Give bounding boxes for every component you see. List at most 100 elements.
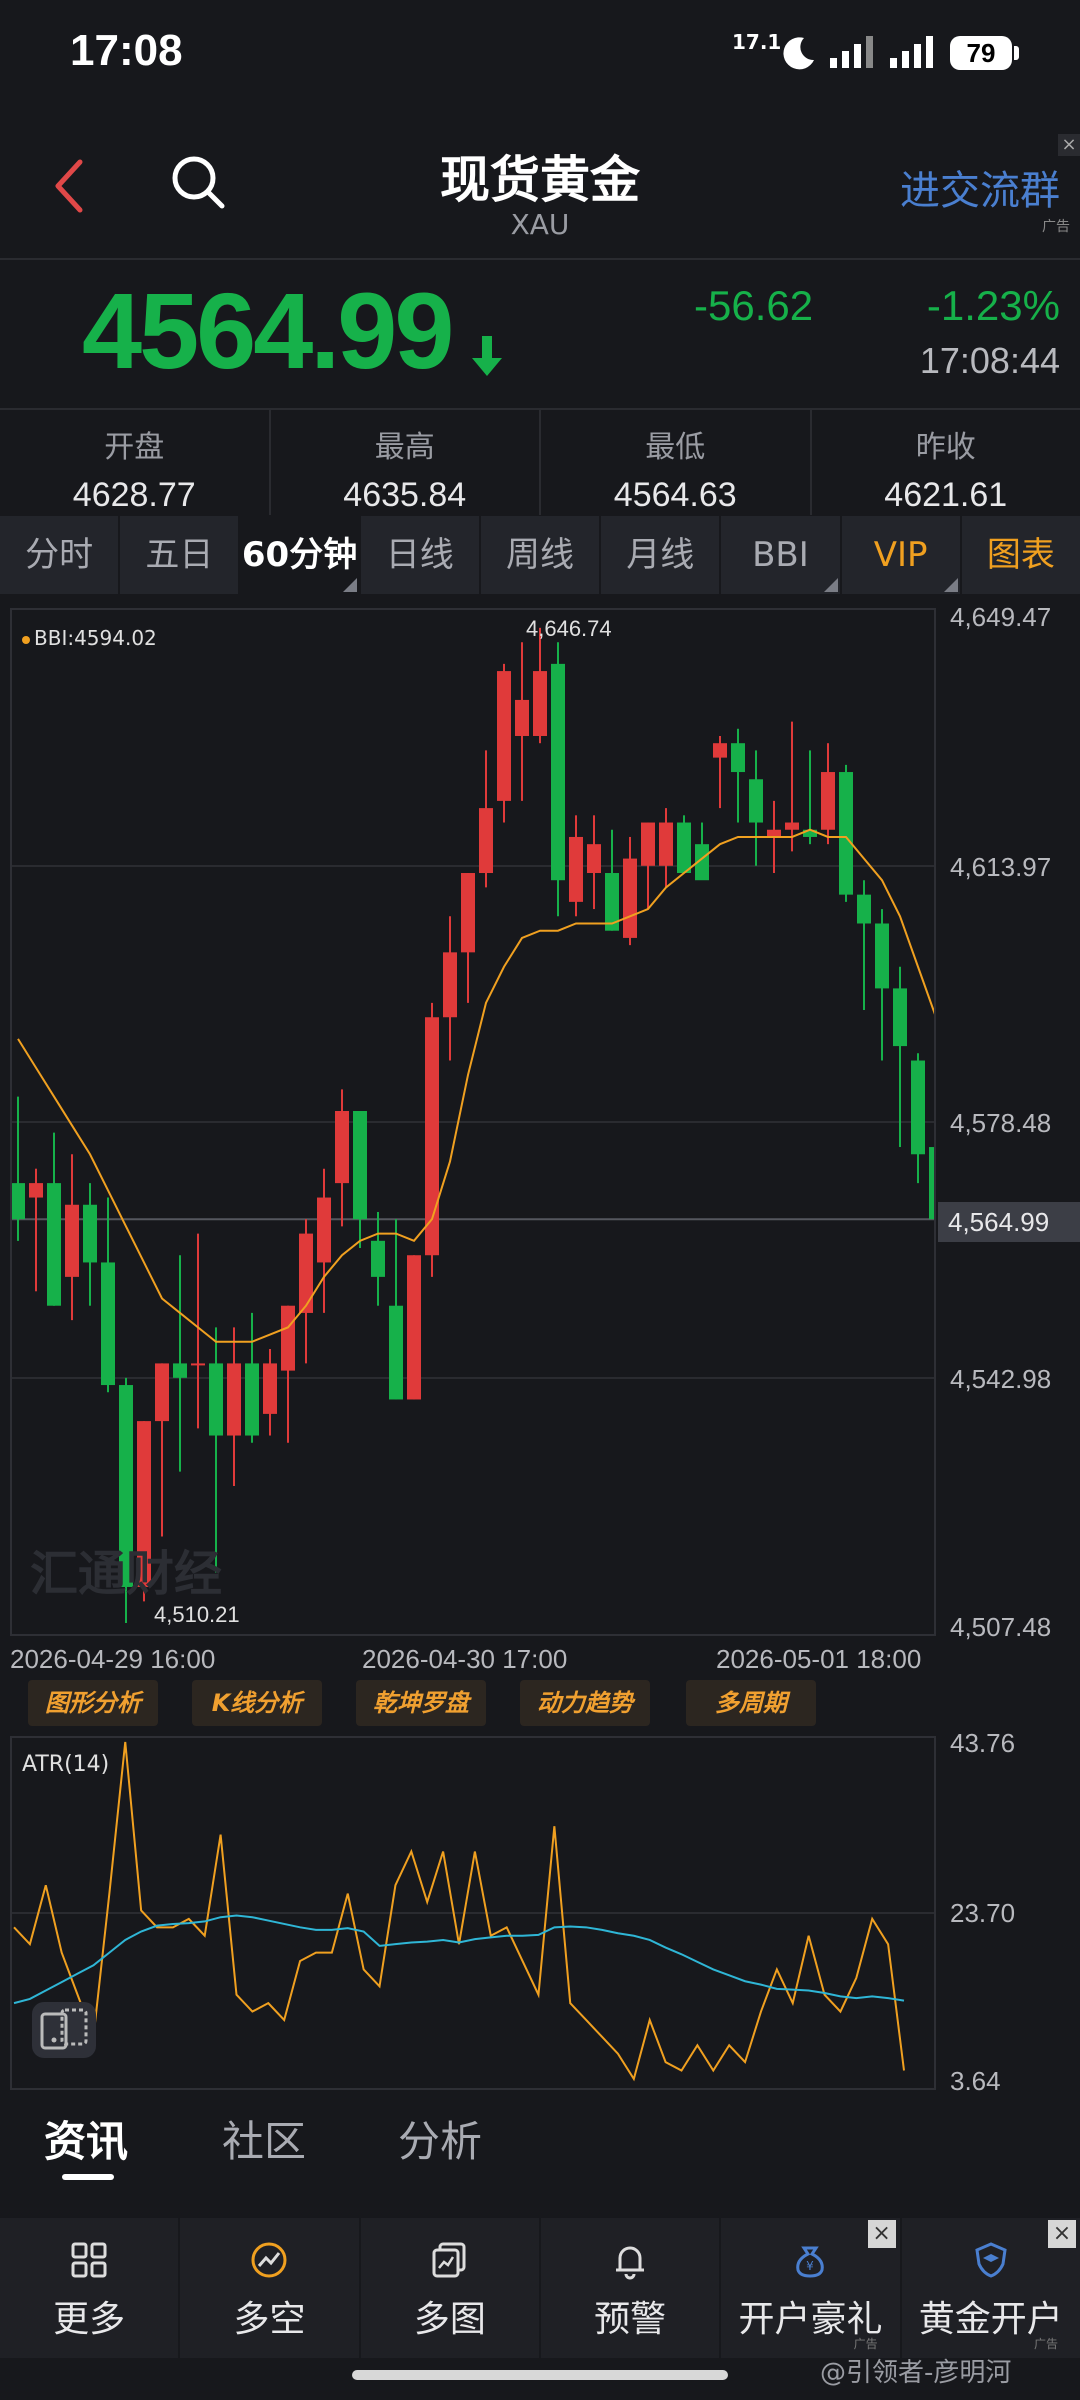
bell-icon [616, 2246, 645, 2280]
tab-bbi[interactable]: BBI [721, 516, 842, 594]
candle-body [83, 1204, 97, 1263]
ad-close-icon[interactable]: × [1058, 134, 1080, 156]
nav-label: 多空 [233, 2299, 306, 2340]
candle-body [263, 1363, 277, 1414]
atr-chart[interactable] [12, 1738, 934, 2088]
dropdown-corner-icon [342, 578, 357, 592]
x-axis-label: 2026-05-01 18:00 [716, 1644, 922, 1674]
watermark: 汇通财经 [30, 1546, 223, 1602]
close-icon[interactable]: × [867, 2220, 896, 2248]
candle-body [299, 1233, 313, 1313]
period-tabs: 分时 五日 60分钟 日线 周线 月线 BBI VIP 图表 [0, 516, 1080, 594]
candle-body [641, 822, 655, 866]
stat-value: 4635.84 [343, 476, 467, 514]
candle-body [857, 894, 871, 924]
quote-time: 17:08:44 [919, 340, 1060, 381]
last-price-tag: 4,564.99 [938, 1202, 1080, 1242]
close-icon[interactable]: × [1047, 2220, 1076, 2248]
clock: 17:08 [70, 26, 183, 75]
candle-body [335, 1111, 349, 1184]
nav-gold-account-ad[interactable]: 黄金开户 × 广告 [902, 2218, 1080, 2358]
bbi-dot-icon [22, 635, 30, 644]
atr-chart-frame[interactable] [10, 1736, 936, 2090]
nav-label: 更多 [53, 2299, 126, 2340]
candle-body [461, 873, 475, 953]
stat-value: 4564.63 [613, 476, 737, 514]
candle-body [497, 671, 511, 801]
candle-body [569, 836, 583, 902]
tab-label: 60分钟 [241, 535, 358, 575]
nav-alert[interactable]: 预警 [541, 2218, 722, 2358]
tool-multi-period[interactable]: 多周期 [686, 1680, 816, 1726]
candle-body [749, 779, 763, 823]
tab-60min[interactable]: 60分钟 [240, 516, 361, 594]
header: 现货黄金 XAU 进交流群 广告 × [0, 120, 1080, 260]
bbi-legend: BBI:4594.02 [22, 626, 157, 650]
tab-analysis[interactable]: 分析 [398, 2108, 482, 2169]
y-axis-label: 4,649.47 [950, 602, 1052, 632]
divider [0, 258, 1080, 260]
tab-chart[interactable]: 图表 [962, 516, 1080, 594]
grid-icon [71, 2242, 107, 2278]
tab-five-day[interactable]: 五日 [120, 516, 241, 594]
svg-text:¥: ¥ [807, 2259, 815, 2273]
footer-watermark: @引领者-彦明河 [820, 2358, 1012, 2388]
candle-body [785, 822, 799, 830]
tool-pattern-analysis[interactable]: 图形分析 [28, 1680, 158, 1726]
candle-body [47, 1183, 61, 1306]
ad-tag: 广告 [853, 2337, 878, 2351]
trend-circle-icon [251, 2242, 287, 2278]
shield-icon [975, 2242, 1007, 2278]
tab-daily[interactable]: 日线 [361, 516, 481, 594]
candle-body [12, 1183, 25, 1220]
candle-body [443, 952, 457, 1018]
nav-multi-chart[interactable]: 多图 [361, 2218, 541, 2358]
stat-label: 开盘 [104, 430, 165, 465]
candlestick-chart[interactable] [12, 610, 934, 1634]
high-annotation: 4,646.74 [526, 616, 612, 641]
nav-long-short[interactable]: 多空 [180, 2218, 361, 2358]
stat-label: 最高 [374, 430, 435, 465]
nav-account-gift-ad[interactable]: ¥ 开户豪礼 × 广告 [721, 2218, 902, 2358]
tool-momentum[interactable]: 动力趋势 [520, 1680, 650, 1726]
tab-intraday[interactable]: 分时 [0, 516, 121, 594]
stat-low: 最低 4564.63 [541, 410, 812, 515]
stat-label: 昨收 [915, 430, 976, 465]
tab-news[interactable]: 资讯 [44, 2108, 128, 2169]
atr-average-line [13, 1914, 905, 2005]
current-price: 4564.99 [82, 270, 454, 391]
candle-body [191, 1363, 205, 1366]
tool-kline-analysis[interactable]: K线分析 [192, 1680, 322, 1726]
tab-community[interactable]: 社区 [222, 2108, 306, 2169]
join-group-ad-link[interactable]: 进交流群 [900, 158, 1060, 216]
candle-body [29, 1183, 43, 1198]
status-bar: 17:08 17.1 79 [0, 0, 1080, 110]
arrow-down-icon [472, 336, 502, 376]
stat-label: 最低 [645, 430, 706, 465]
y-axis-label: 4,613.97 [950, 852, 1052, 882]
tool-compass[interactable]: 乾坤罗盘 [356, 1680, 486, 1726]
battery-icon: 79 [950, 36, 1012, 70]
nav-label: 多图 [413, 2299, 486, 2340]
candle-body [533, 671, 547, 736]
x-axis-label: 2026-04-30 17:00 [362, 1644, 568, 1674]
tab-weekly[interactable]: 周线 [481, 516, 602, 594]
atr-y-axis-label: 3.64 [950, 2066, 1001, 2096]
tab-monthly[interactable]: 月线 [601, 516, 722, 594]
candle-body [371, 1240, 385, 1277]
tab-vip[interactable]: VIP [842, 516, 962, 594]
atr-y-axis-label: 43.76 [950, 1728, 1016, 1758]
candle-body [101, 1262, 115, 1386]
home-indicator[interactable] [352, 2370, 728, 2380]
candle-body [713, 743, 727, 758]
y-axis-label: 4,507.48 [950, 1612, 1052, 1642]
candle-body [587, 844, 601, 874]
screenshot-button[interactable] [32, 2002, 96, 2058]
candlestick-chart-frame[interactable] [10, 608, 936, 1636]
dropdown-corner-icon [823, 578, 838, 592]
low-annotation: 4,510.21 [154, 1602, 240, 1627]
nav-more[interactable]: 更多 [0, 2218, 181, 2358]
candle-body [245, 1363, 259, 1436]
candle-body [677, 822, 691, 874]
candle-body [515, 699, 529, 736]
